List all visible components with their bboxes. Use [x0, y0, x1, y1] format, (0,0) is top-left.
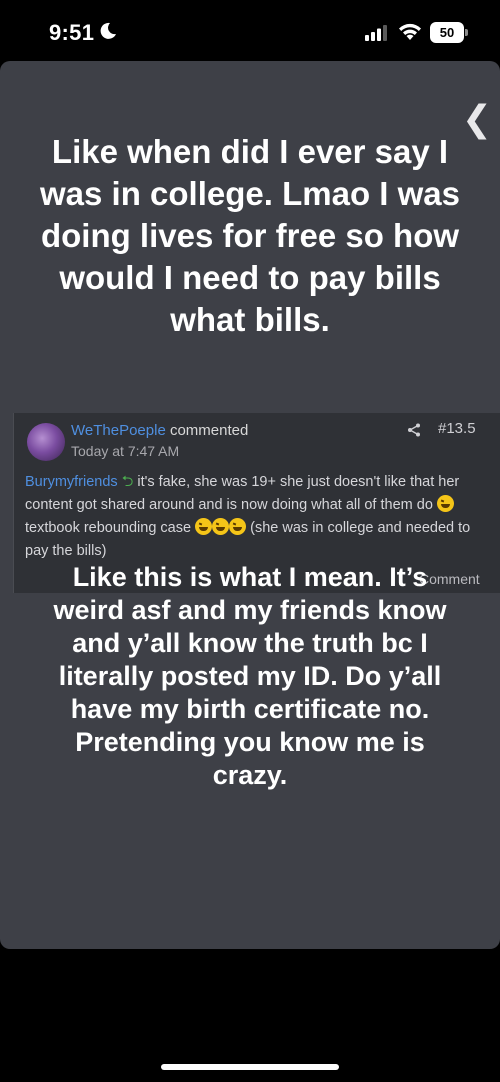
comment-verb: commented: [169, 422, 249, 439]
comment-username: WeThePoeple: [71, 422, 166, 439]
battery-level: 50: [430, 22, 464, 43]
comment-header: WeThePoeple commented: [71, 422, 248, 439]
story-caption-top: Like when did I ever say I was in colleg…: [40, 133, 460, 338]
laughing-emoji-icon: [436, 495, 454, 512]
avatar: [27, 423, 65, 461]
reply-arrow-icon: ⮌: [121, 474, 134, 490]
comment-mention: Burymyfriends: [25, 474, 118, 490]
battery-tip: [465, 29, 468, 36]
home-indicator[interactable]: [161, 1064, 339, 1070]
comment-body: Burymyfriends ⮌ it's fake, she was 19+ s…: [25, 471, 480, 563]
laughing-emoji-icon: [212, 518, 230, 535]
battery-icon: 50: [430, 22, 468, 43]
comment-text-2: textbook rebounding case: [25, 520, 192, 536]
story-caption-bottom: Like this is what I mean. It’s weird asf…: [53, 562, 447, 790]
status-bar: 9:51 50: [0, 0, 500, 62]
post-number: #13.5: [438, 420, 476, 437]
signal-icon: [365, 25, 387, 41]
story-card[interactable]: ❮ Like when did I ever say I was in coll…: [0, 61, 500, 949]
laughing-emoji-icon: [229, 518, 247, 535]
moon-icon: [100, 22, 116, 39]
laughing-emoji-icon: [195, 518, 213, 535]
wifi-icon: [399, 23, 421, 40]
share-icon: [408, 423, 420, 437]
comment-timestamp: Today at 7:47 AM: [71, 443, 180, 459]
status-time: 9:51: [49, 20, 95, 45]
